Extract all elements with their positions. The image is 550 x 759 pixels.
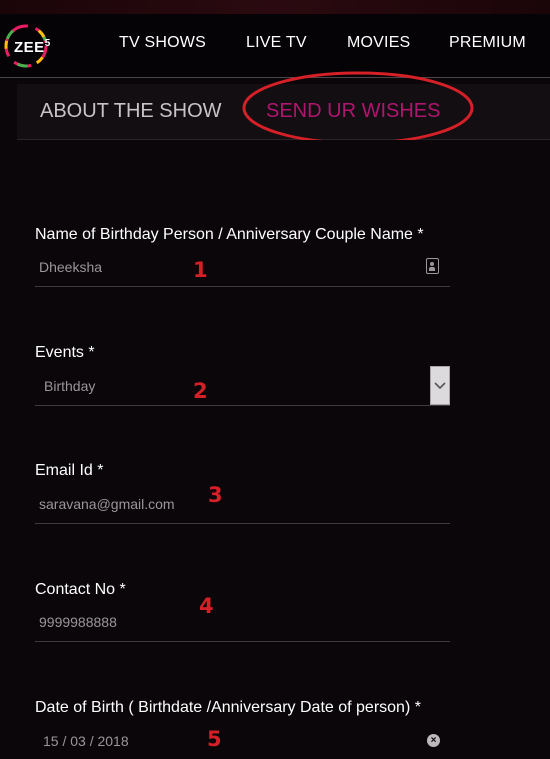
events-select[interactable]: Birthday — [44, 378, 95, 394]
contact-input[interactable]: 9999988888 — [39, 614, 117, 630]
email-input[interactable]: saravana@gmail.com — [39, 496, 175, 512]
show-tabs: ABOUT THE SHOW SEND UR WISHES — [17, 71, 550, 145]
tab-send-ur-wishes[interactable]: SEND UR WISHES — [266, 100, 440, 123]
marker-1: 1 — [193, 258, 208, 282]
name-underline — [35, 286, 450, 287]
marker-3: 3 — [208, 483, 223, 507]
top-strip — [0, 0, 550, 14]
contact-card-icon[interactable] — [426, 258, 439, 274]
email-label: Email Id * — [35, 462, 104, 479]
nav-movies[interactable]: MOVIES — [347, 34, 410, 52]
tab-about-the-show[interactable]: ABOUT THE SHOW — [40, 100, 222, 123]
marker-5: 5 — [207, 727, 222, 751]
events-label: Events * — [35, 344, 95, 361]
zee5-logo[interactable]: ZEE5 — [2, 22, 50, 70]
marker-4: 4 — [199, 594, 214, 618]
contact-underline — [35, 641, 450, 642]
dob-input[interactable]: 15 / 03 / 2018 — [43, 733, 129, 749]
events-underline — [35, 405, 450, 406]
contact-label: Contact No * — [35, 581, 126, 598]
nav-tv-shows[interactable]: TV SHOWS — [119, 34, 206, 52]
events-dropdown-button[interactable] — [430, 366, 450, 405]
logo-text: ZEE5 — [14, 38, 51, 56]
email-underline — [35, 523, 450, 524]
chevron-down-icon — [434, 381, 446, 389]
name-label: Name of Birthday Person / Anniversary Co… — [35, 226, 424, 243]
marker-2: 2 — [193, 379, 208, 403]
navbar: ZEE5 TV SHOWS LIVE TV MOVIES PREMIUM — [0, 14, 550, 78]
name-input[interactable]: Dheeksha — [39, 259, 102, 275]
nav-live-tv[interactable]: LIVE TV — [246, 34, 307, 52]
dob-label: Date of Birth ( Birthdate /Anniversary D… — [35, 699, 421, 716]
clear-icon[interactable]: × — [427, 734, 440, 747]
nav-premium[interactable]: PREMIUM — [449, 34, 526, 52]
